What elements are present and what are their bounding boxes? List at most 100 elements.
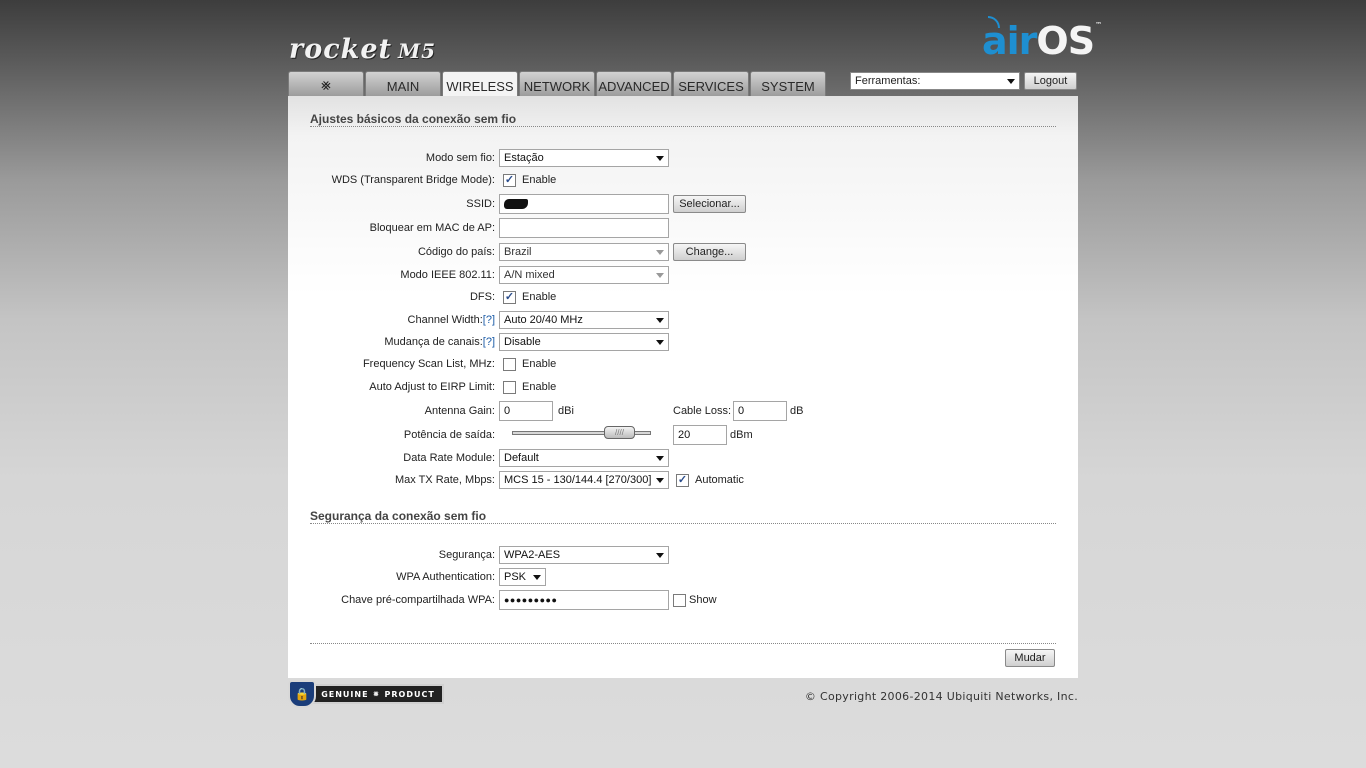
chevron-down-icon xyxy=(1007,79,1015,84)
wds-label: WDS (Transparent Bridge Mode): xyxy=(331,174,495,186)
security-select[interactable]: WPA2-AES xyxy=(499,546,669,564)
wifi-wave-icon xyxy=(988,16,1000,28)
freq-scan-label: Frequency Scan List, MHz: xyxy=(362,358,495,370)
channel-width-help-link[interactable]: [?] xyxy=(483,314,495,326)
chevron-down-icon xyxy=(656,340,664,345)
tab-network[interactable]: NETWORK xyxy=(519,71,595,96)
genuine-text: GENUINE xyxy=(321,689,369,699)
auto-eirp-checkbox-label: Enable xyxy=(522,381,557,393)
tab-wireless[interactable]: WIRELESS xyxy=(442,71,518,97)
antenna-gain-value: 0 xyxy=(504,405,511,417)
apply-button[interactable]: Mudar xyxy=(1005,649,1055,667)
rocket-m5-logo: rocket M5 xyxy=(289,34,436,65)
tab-ubiquiti-logo[interactable]: ⨳ xyxy=(288,71,364,96)
tools-select[interactable]: Ferramentas: xyxy=(850,72,1020,90)
tab-services[interactable]: SERVICES xyxy=(673,71,749,96)
max-tx-rate-label: Max TX Rate, Mbps: xyxy=(394,474,495,486)
output-power-input[interactable]: 20 xyxy=(673,425,727,445)
wireless-mode-value: Estação xyxy=(504,152,544,164)
redacted-scribble xyxy=(504,199,528,209)
freq-scan-checkbox-label: Enable xyxy=(522,358,557,370)
security-label: Segurança: xyxy=(438,549,495,561)
chevron-down-icon xyxy=(656,553,664,558)
ieee-mode-select[interactable]: A/N mixed xyxy=(499,266,669,284)
wds-checkbox-label: Enable xyxy=(522,174,557,186)
chevron-down-icon xyxy=(656,318,664,323)
channel-width-select[interactable]: Auto 20/40 MHz xyxy=(499,311,669,329)
psk-show-checkbox[interactable] xyxy=(673,594,686,607)
max-tx-rate-select[interactable]: MCS 15 - 130/144.4 [270/300] xyxy=(499,471,669,489)
tab-main[interactable]: MAIN xyxy=(365,71,441,96)
product-name: rocket xyxy=(289,34,393,65)
tab-advanced[interactable]: ADVANCED xyxy=(596,71,672,96)
auto-eirp-checkbox[interactable] xyxy=(503,381,516,394)
output-power-slider-handle[interactable]: //// xyxy=(604,426,635,439)
tab-system[interactable]: SYSTEM xyxy=(750,71,826,96)
dfs-checkbox[interactable]: ✓ xyxy=(503,291,516,304)
tools-select-value: Ferramentas: xyxy=(855,75,921,87)
country-label: Código do país: xyxy=(417,246,495,258)
psk-label: Chave pré-compartilhada WPA: xyxy=(341,594,495,606)
freq-scan-checkbox[interactable] xyxy=(503,358,516,371)
trademark: ™ xyxy=(1095,21,1102,29)
change-country-button[interactable]: Change... xyxy=(673,243,746,261)
channel-shift-value: Disable xyxy=(504,336,541,348)
max-tx-rate-value: MCS 15 - 130/144.4 [270/300] xyxy=(504,474,652,486)
dfs-label: DFS: xyxy=(469,291,495,303)
wds-checkbox[interactable]: ✓ xyxy=(503,174,516,187)
data-rate-module-value: Default xyxy=(504,452,539,464)
channel-width-value: Auto 20/40 MHz xyxy=(504,314,583,326)
airos-logo: airOS™ xyxy=(982,16,1102,63)
airos-os: OS xyxy=(1036,19,1095,63)
max-tx-automatic-label: Automatic xyxy=(695,474,744,486)
select-ssid-button[interactable]: Selecionar... xyxy=(673,195,746,213)
product-text: PRODUCT xyxy=(384,689,435,699)
ssid-input[interactable] xyxy=(499,194,669,214)
channel-shift-help-link[interactable]: [?] xyxy=(483,336,495,348)
security-value: WPA2-AES xyxy=(504,549,561,561)
antenna-gain-label: Antenna Gain: xyxy=(424,405,495,417)
cable-loss-input[interactable]: 0 xyxy=(733,401,787,421)
wpa-auth-value: PSK xyxy=(504,571,527,583)
copyright-text: © Copyright 2006-2014 Ubiquiti Networks,… xyxy=(804,690,1078,703)
data-rate-module-label: Data Rate Module: xyxy=(403,452,495,464)
max-tx-automatic-checkbox[interactable]: ✓ xyxy=(676,474,689,487)
genuine-band: GENUINE ⨳ PRODUCT xyxy=(312,684,444,704)
cable-loss-label: Cable Loss: xyxy=(673,405,732,417)
wpa-auth-label: WPA Authentication: xyxy=(396,571,495,583)
psk-input[interactable]: ●●●●●●●●● xyxy=(499,590,669,610)
auto-eirp-label: Auto Adjust to EIRP Limit: xyxy=(369,381,495,393)
channel-shift-select[interactable]: Disable xyxy=(499,333,669,351)
channel-shift-label: Mudança de canais:[?] xyxy=(384,336,495,348)
cable-loss-value: 0 xyxy=(738,405,745,417)
country-value: Brazil xyxy=(504,246,532,258)
ubiquiti-logo-icon: ⨳ xyxy=(373,689,380,698)
chevron-down-icon xyxy=(656,273,664,278)
psk-value: ●●●●●●●●● xyxy=(504,595,558,605)
cable-loss-unit: dB xyxy=(790,405,804,417)
antenna-gain-unit: dBi xyxy=(558,405,574,417)
model-name: M5 xyxy=(398,39,437,63)
section-divider xyxy=(310,126,1056,127)
lock-ap-mac-input[interactable] xyxy=(499,218,669,238)
lock-ap-mac-label: Bloquear em MAC de AP: xyxy=(369,222,495,234)
country-select[interactable]: Brazil xyxy=(499,243,669,261)
wpa-auth-select[interactable]: PSK xyxy=(499,568,546,586)
logout-button[interactable]: Logout xyxy=(1024,72,1077,90)
wireless-mode-label: Modo sem fio: xyxy=(425,152,495,164)
channel-shift-label-text: Mudança de canais: xyxy=(384,336,483,348)
channel-width-label-text: Channel Width: xyxy=(407,314,483,326)
ieee-mode-label: Modo IEEE 802.11: xyxy=(400,269,495,281)
dfs-checkbox-label: Enable xyxy=(522,291,557,303)
genuine-product-badge: 🔒 GENUINE ⨳ PRODUCT xyxy=(288,680,446,708)
antenna-gain-input[interactable]: 0 xyxy=(499,401,553,421)
output-power-label: Potência de saída: xyxy=(403,429,495,441)
chevron-down-icon xyxy=(533,575,541,580)
wireless-mode-select[interactable]: Estação xyxy=(499,149,669,167)
ieee-mode-value: A/N mixed xyxy=(504,269,555,281)
output-power-unit: dBm xyxy=(730,429,753,441)
section-divider xyxy=(310,523,1056,524)
output-power-value: 20 xyxy=(678,429,691,441)
data-rate-module-select[interactable]: Default xyxy=(499,449,669,467)
ubiquiti-logo-icon: ⨳ xyxy=(321,77,331,94)
